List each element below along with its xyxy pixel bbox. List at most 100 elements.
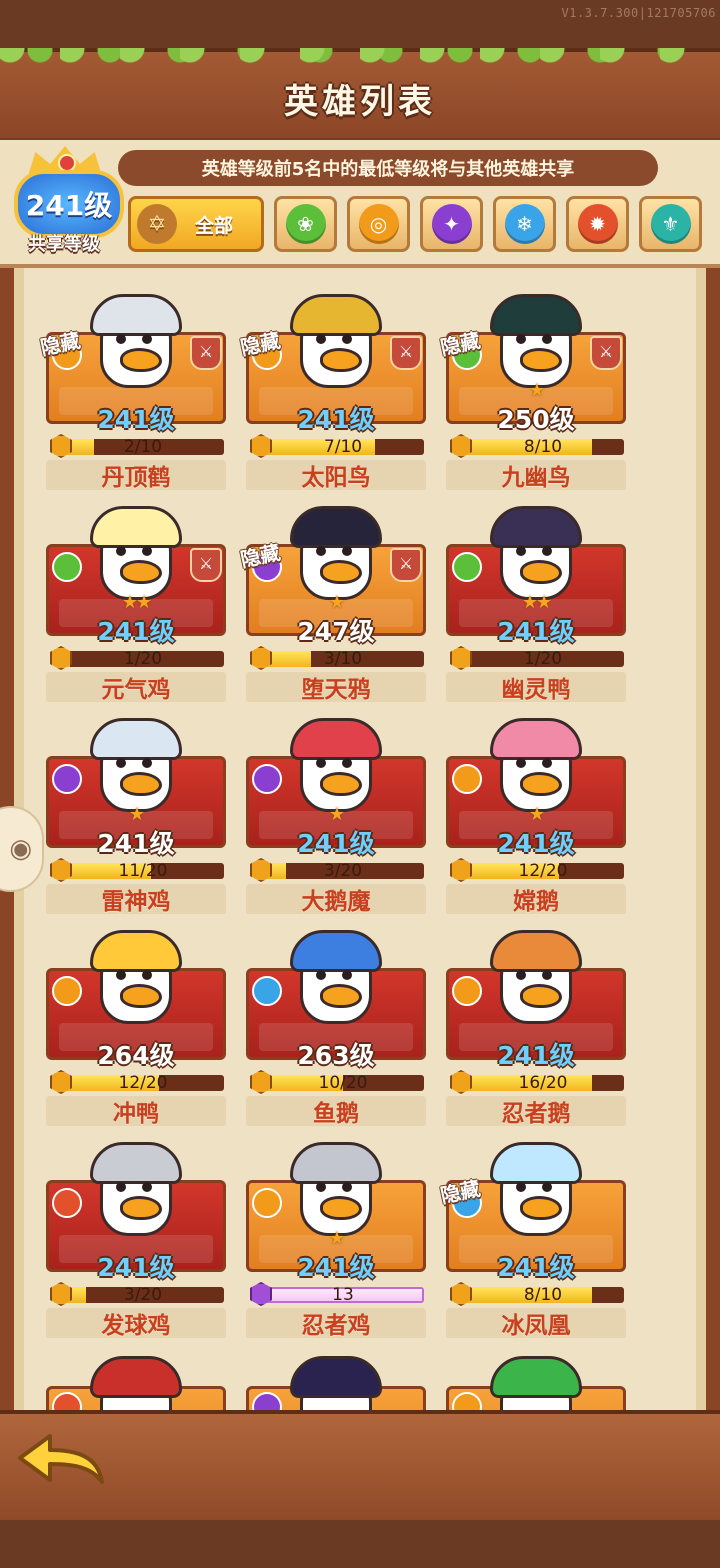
hero-beak: [320, 348, 362, 372]
hero-eye: [316, 546, 326, 556]
element-filter-bar: ✡ 全部 ❀ ◎ ✦ ❄ ✹ ⚜: [128, 196, 702, 256]
hero-card[interactable]: ★ 241级 13 忍者鸡: [246, 1128, 426, 1340]
hero-beak: [120, 772, 162, 796]
hero-card[interactable]: 241级 3/20 发球鸡: [46, 1128, 226, 1340]
hero-card[interactable]: ⚔ 隐藏 241级 2/10 丹顶鹤: [38, 280, 226, 492]
hero-card[interactable]: [46, 1340, 226, 1412]
hero-name-plate: 堕天鸦: [246, 672, 426, 703]
hero-eye: [516, 546, 526, 556]
hero-card[interactable]: 241级 16/20 忍者鹅: [446, 916, 626, 1128]
hero-level: 250级: [497, 405, 575, 434]
hero-card[interactable]: 隐藏 241级 8/10 冰凤凰: [438, 1128, 626, 1340]
hero-element-icon: [452, 976, 482, 1006]
hero-list-panel[interactable]: ⚔ 隐藏 241级 2/10 丹顶鹤 ⚔ 隐藏 241级 7/10 太阳鸟 ⚔ ★ 隐藏 250级 8/10…: [14, 268, 706, 1412]
hero-stars: ★★: [521, 592, 552, 613]
hero-card[interactable]: ★ 241级 3/20 大鹅魔: [246, 704, 426, 916]
hero-hair: [90, 1142, 182, 1184]
grass-decoration: [0, 48, 720, 74]
hero-name-plate: 元气鸡: [46, 672, 226, 703]
hero-card[interactable]: ⚔ ★★ 241级 1/20 元气鸡: [46, 492, 226, 704]
filter-light-element-button[interactable]: ◎: [347, 196, 410, 252]
hero-card[interactable]: [446, 1340, 626, 1412]
hero-hair: [90, 1356, 182, 1398]
hero-eye: [116, 546, 126, 556]
hero-name-plate: 发球鸡: [46, 1308, 226, 1339]
shard-count: 13: [332, 1285, 354, 1305]
hero-name: 冲鸭: [113, 1101, 159, 1127]
hero-portrait: [286, 294, 386, 410]
hero-eye: [516, 334, 526, 344]
ice-element-icon: ❄: [504, 204, 545, 244]
fire-element-icon: ✹: [577, 204, 618, 244]
hero-eye: [316, 1182, 326, 1192]
hero-stars: ★: [128, 804, 145, 825]
weapon-shield-icon: ⚔: [590, 336, 622, 370]
shared-level-tip: 英雄等级前5名中的最低等级将与其他英雄共享: [118, 150, 658, 186]
hero-name: 幽灵鸭: [501, 677, 571, 703]
shard-progress-bar: 10/20: [250, 1070, 424, 1094]
hero-eye: [142, 970, 152, 980]
hero-eye: [342, 758, 352, 768]
hero-card[interactable]: ★ 241级 12/20 嫦鹅: [446, 704, 626, 916]
filter-shadow-element-button[interactable]: ✦: [420, 196, 483, 252]
nature-element-icon: ❀: [285, 204, 326, 244]
hero-name: 嫦鹅: [513, 889, 559, 915]
hero-eye: [542, 546, 552, 556]
hero-card[interactable]: ⚔ ★ 隐藏 247级 3/10 堕天鸦: [238, 492, 426, 704]
shared-level-badge[interactable]: 241级 共享等级: [6, 146, 124, 258]
weapon-shield-icon: ⚔: [190, 336, 222, 370]
filter-fire-element-button[interactable]: ✹: [566, 196, 629, 252]
shard-progress-bar: 11/20: [50, 858, 224, 882]
bottom-bar: [0, 1410, 720, 1520]
hero-name-plate: 忍者鸡: [246, 1308, 426, 1339]
all-elements-icon: ✡: [137, 204, 177, 244]
shadow-element-icon: ✦: [431, 204, 472, 244]
shard-progress-bar: 2/10: [50, 434, 224, 458]
back-arrow-icon: [18, 1434, 104, 1484]
hero-beak: [320, 1196, 362, 1220]
shard-progress-bar: 8/10: [450, 1282, 624, 1306]
hero-name: 丹顶鹤: [101, 465, 171, 491]
hero-hair: [290, 1142, 382, 1184]
shard-count: 3/20: [123, 1285, 163, 1305]
hero-level: 241级: [497, 1041, 575, 1070]
hero-eye: [542, 334, 552, 344]
hero-eye: [516, 758, 526, 768]
hero-name-plate: 冰凤凰: [446, 1308, 626, 1339]
filter-all-button[interactable]: ✡ 全部: [128, 196, 264, 252]
filter-all-label: 全部: [195, 214, 234, 237]
hero-stars: ★★: [121, 592, 152, 613]
hero-level: 241级: [97, 617, 175, 646]
hero-card[interactable]: 263级 10/20 鱼鹅: [246, 916, 426, 1128]
hero-beak: [120, 1196, 162, 1220]
hero-portrait: [86, 1142, 186, 1258]
weapon-shield-icon: ⚔: [390, 548, 422, 582]
hero-hair: [490, 1142, 582, 1184]
hero-card[interactable]: ★ 241级 11/20 雷神鸡: [46, 704, 226, 916]
shard-progress-bar: 13: [250, 1282, 424, 1306]
back-button[interactable]: [12, 1428, 108, 1492]
hero-beak: [120, 984, 162, 1008]
hero-level: 241级: [297, 1253, 375, 1282]
filter-water-element-button[interactable]: ⚜: [639, 196, 702, 252]
hero-element-icon: [252, 764, 282, 794]
hero-card[interactable]: [246, 1340, 426, 1412]
hero-eye: [342, 970, 352, 980]
hero-element-icon: [52, 976, 82, 1006]
shard-progress-bar: 3/20: [50, 1282, 224, 1306]
shard-progress-bar: 12/20: [50, 1070, 224, 1094]
hero-card[interactable]: ⚔ ★ 隐藏 250级 8/10 九幽鸟: [438, 280, 626, 492]
hero-portrait: [486, 1142, 586, 1258]
hero-name: 忍者鹅: [501, 1101, 571, 1127]
hero-name: 堕天鸦: [301, 677, 371, 703]
filter-nature-element-button[interactable]: ❀: [274, 196, 337, 252]
hero-level: 241级: [497, 617, 575, 646]
shard-progress-bar: 7/10: [250, 434, 424, 458]
hero-name-plate: 幽灵鸭: [446, 672, 626, 703]
hero-card[interactable]: ⚔ 隐藏 241级 7/10 太阳鸟: [238, 280, 426, 492]
hero-card[interactable]: ★★ 241级 1/20 幽灵鸭: [446, 492, 626, 704]
filter-ice-element-button[interactable]: ❄: [493, 196, 556, 252]
hero-eye: [142, 758, 152, 768]
hero-element-icon: [52, 764, 82, 794]
hero-card[interactable]: 264级 12/20 冲鸭: [46, 916, 226, 1128]
